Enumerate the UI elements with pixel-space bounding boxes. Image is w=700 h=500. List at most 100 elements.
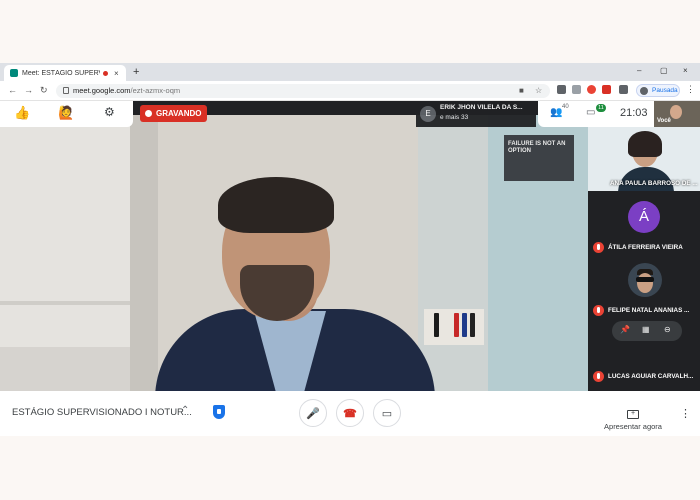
active-speaker-chip: E ERIK JHON VILELA DA S... e mais 33: [416, 101, 536, 127]
browser-menu-icon[interactable]: ⋮: [686, 84, 695, 95]
browser-tab[interactable]: Meet: ESTÁGIO SUPERVISIONADO ×: [4, 65, 126, 81]
presenter-name: ERIK JHON VILELA DA S...: [440, 104, 523, 111]
profile-avatar: [640, 87, 648, 95]
pin-icon[interactable]: 📌: [620, 325, 630, 334]
more-options-icon[interactable]: ⋮: [680, 407, 691, 420]
tab-title: Meet: ESTÁGIO SUPERVISIONADO: [22, 69, 100, 77]
mic-off-icon: [593, 242, 604, 253]
marker: [470, 313, 475, 337]
end-call-icon: ☎: [343, 407, 357, 420]
recording-badge[interactable]: GRAVANDO: [140, 105, 208, 122]
url-path: /ezt-azmx-oqm: [130, 86, 181, 95]
close-window-button[interactable]: ×: [683, 66, 688, 75]
poster: FAILURE IS NOT AN OPTION: [504, 135, 574, 181]
mic-icon: 🎤: [306, 407, 320, 420]
tab-close-icon[interactable]: ×: [114, 69, 119, 78]
chat-icon[interactable]: ▭: [586, 107, 595, 118]
participant-tile[interactable]: ANA PAULA BARROSO DE ...: [588, 127, 700, 191]
remove-icon[interactable]: ⊖: [664, 325, 671, 334]
url-host: meet.google.com: [73, 86, 131, 95]
recording-dot-icon: [103, 70, 108, 76]
mic-off-icon: [593, 305, 604, 316]
screen: Meet: ESTÁGIO SUPERVISIONADO × + – ▢ × ←…: [0, 0, 700, 500]
participant-avatar-photo: [628, 263, 662, 297]
shield-icon[interactable]: [213, 405, 225, 419]
new-tab-button[interactable]: +: [133, 66, 139, 78]
profile-button[interactable]: Pausada: [636, 84, 680, 97]
speaker-hair: [218, 177, 334, 233]
extension-icon[interactable]: [587, 85, 596, 94]
reload-icon[interactable]: ↻: [40, 85, 48, 96]
maximize-button[interactable]: ▢: [660, 66, 668, 75]
reactions-bar: 👍 🙋 ⚙: [0, 101, 133, 127]
chat-count-badge: 11: [596, 104, 606, 112]
main-video: FAILURE IS NOT AN OPTION: [0, 115, 588, 391]
presenter-avatar: E: [420, 106, 436, 122]
video-cabinet: [0, 347, 130, 391]
tile-controls: 📌 ▦ ⊖: [612, 321, 682, 341]
present-icon: +: [627, 410, 639, 419]
present-label: Apresentar agora: [604, 422, 662, 431]
participant-avatar: Á: [628, 201, 660, 233]
thumbs-up-icon[interactable]: 👍: [14, 105, 30, 121]
participant-name: ÁTILA FERREIRA VIEIRA: [608, 244, 683, 251]
participant-sidebar: ANA PAULA BARROSO DE ... Á ÁTILA FERREIR…: [588, 127, 700, 391]
browser-toolbar: ← → ↻ meet.google.com/ezt-azmx-oqm ■ ☆ P…: [0, 81, 700, 101]
browser-window: Meet: ESTÁGIO SUPERVISIONADO × + – ▢ × ←…: [0, 63, 700, 436]
extension-icon[interactable]: [602, 85, 611, 94]
camera-icon: ▭: [381, 407, 393, 420]
people-icon[interactable]: 👥: [550, 107, 562, 118]
marker: [454, 313, 459, 337]
extension-icon[interactable]: [572, 85, 581, 94]
chevron-up-icon[interactable]: ⌃: [181, 405, 189, 416]
meet-favicon-icon: [10, 69, 18, 77]
marker: [462, 313, 467, 337]
presenter-more: e mais 33: [440, 114, 469, 121]
participant-video-icon: ▦: [642, 325, 650, 334]
marker: [434, 313, 439, 337]
meeting-info-bar: 👥 40 ▭ 11 21:03: [538, 101, 654, 127]
avatar-face: [637, 273, 653, 293]
meeting-title[interactable]: ESTÁGIO SUPERVISIONADO I NOTUR...: [12, 407, 192, 418]
participant-name: FELIPE NATAL ANANIAS ...: [608, 307, 690, 314]
call-controls-bar: ESTÁGIO SUPERVISIONADO I NOTUR... ⌃ 🎤 ☎ …: [0, 391, 700, 436]
participant-tile[interactable]: Á ÁTILA FERREIRA VIEIRA: [588, 191, 700, 255]
self-label: Você: [657, 118, 671, 124]
video-wall-panel: [130, 115, 158, 391]
end-call-button[interactable]: ☎: [336, 399, 364, 427]
profile-label: Pausada: [652, 87, 678, 94]
marker-holder: [424, 309, 484, 345]
avatar-glasses: [636, 277, 654, 282]
mic-button[interactable]: 🎤: [299, 399, 327, 427]
meet-area: FAILURE IS NOT AN OPTION 👍 🙋 ⚙ GRAVANDO …: [0, 101, 700, 436]
gear-icon[interactable]: ⚙: [104, 105, 115, 119]
back-arrow-icon[interactable]: ←: [8, 85, 17, 95]
puzzle-extensions-icon[interactable]: [619, 85, 628, 94]
record-dot-icon: [145, 110, 152, 117]
self-view-tile[interactable]: Você: [654, 101, 700, 127]
recording-label: GRAVANDO: [156, 109, 202, 118]
forward-arrow-icon[interactable]: →: [24, 85, 33, 95]
people-count: 40: [562, 104, 569, 110]
bookmark-star-icon[interactable]: ☆: [535, 86, 542, 95]
participant-tile[interactable]: FELIPE NATAL ANANIAS ...: [588, 255, 700, 319]
participant-name: LUCAS AGUIAR CARVALH...: [608, 373, 694, 380]
participant-video-hair: [628, 131, 662, 157]
address-bar[interactable]: meet.google.com/ezt-azmx-oqm ■ ☆: [56, 84, 550, 98]
participant-name: ANA PAULA BARROSO DE ...: [610, 180, 698, 187]
video-shelf: [0, 301, 130, 305]
raise-hand-icon[interactable]: 🙋: [58, 105, 74, 121]
lock-icon[interactable]: [63, 87, 69, 94]
tab-strip: Meet: ESTÁGIO SUPERVISIONADO × + – ▢ ×: [0, 63, 700, 81]
camera-in-use-icon[interactable]: ■: [519, 86, 524, 95]
extension-icon[interactable]: [557, 85, 566, 94]
camera-button[interactable]: ▭: [373, 399, 401, 427]
url-text[interactable]: meet.google.com/ezt-azmx-oqm: [73, 86, 180, 95]
video-frame: [418, 115, 488, 391]
mic-off-icon: [593, 371, 604, 382]
self-video: [670, 105, 682, 119]
poster-text: FAILURE IS NOT AN OPTION: [508, 141, 566, 154]
meeting-clock: 21:03: [620, 107, 648, 119]
present-now-button[interactable]: + Apresentar agora: [603, 402, 663, 431]
minimize-button[interactable]: –: [637, 66, 641, 75]
